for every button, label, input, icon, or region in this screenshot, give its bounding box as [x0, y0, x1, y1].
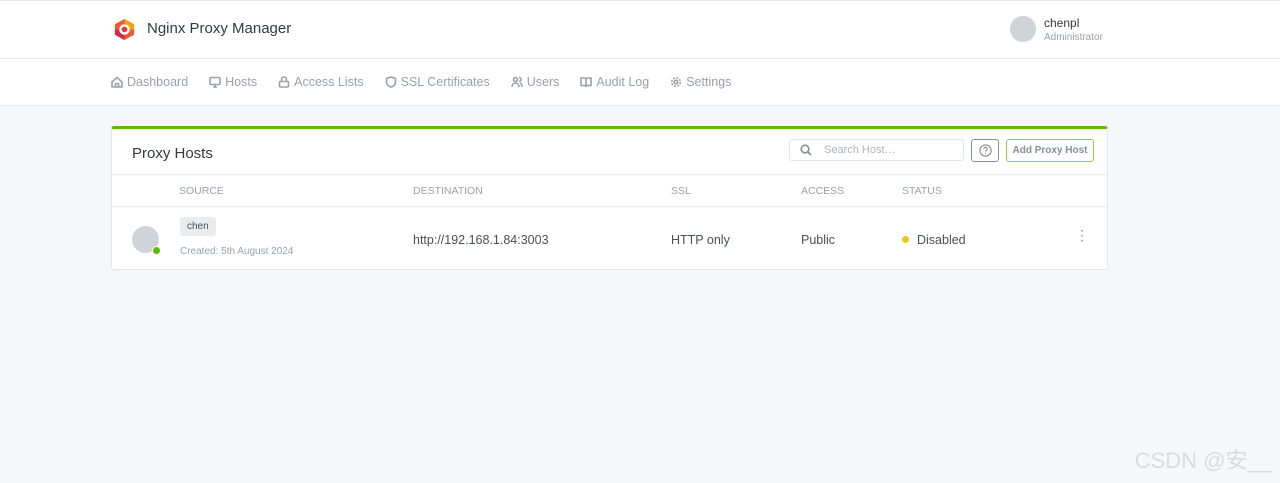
- table-header: SOURCE DESTINATION SSL ACCESS STATUS: [112, 174, 1107, 207]
- column-destination: DESTINATION: [413, 185, 483, 197]
- search-input[interactable]: Search Host…: [789, 139, 964, 161]
- status-dot: [902, 236, 909, 243]
- nav-label: Audit Log: [596, 75, 650, 89]
- created-date: Created: 5th August 2024: [180, 246, 294, 257]
- search-placeholder: Search Host…: [824, 144, 896, 156]
- column-ssl: SSL: [671, 185, 691, 197]
- nav-label: Dashboard: [127, 75, 189, 89]
- shield-icon: [385, 76, 396, 88]
- status-cell: Disabled: [902, 233, 966, 247]
- nav-users[interactable]: Users: [510, 75, 560, 89]
- user-name: chenpl: [1044, 16, 1080, 30]
- column-access: ACCESS: [801, 185, 845, 197]
- main-nav: Dashboard Hosts Access Lists SSL Certifi…: [0, 59, 1280, 106]
- card-title: Proxy Hosts: [132, 145, 213, 162]
- nav-label: Users: [526, 75, 560, 89]
- nav-ssl-certificates[interactable]: SSL Certificates: [385, 75, 490, 89]
- top-header: Nginx Proxy Manager chenpl Administrator: [0, 0, 1280, 59]
- access-cell: Public: [801, 233, 836, 247]
- nav-label: Settings: [686, 75, 732, 89]
- book-icon: [580, 77, 593, 88]
- column-status: STATUS: [902, 185, 942, 197]
- avatar: [1010, 16, 1036, 42]
- app-title: Nginx Proxy Manager: [147, 20, 292, 37]
- watermark: CSDN @安__: [1134, 448, 1272, 473]
- user-menu[interactable]: chenpl Administrator: [1010, 16, 1103, 43]
- user-role: Administrator: [1044, 32, 1103, 43]
- lock-icon: [278, 76, 290, 88]
- online-indicator: [152, 246, 161, 255]
- nav-settings[interactable]: Settings: [670, 75, 731, 89]
- users-icon: [510, 76, 523, 88]
- monitor-icon: [209, 76, 221, 88]
- row-actions-menu-icon[interactable]: ⋮: [1075, 228, 1089, 242]
- app-logo-icon: [114, 18, 135, 41]
- nav-hosts[interactable]: Hosts: [209, 75, 257, 89]
- help-icon: [978, 144, 992, 157]
- status-text: Disabled: [917, 233, 966, 247]
- search-icon: [800, 144, 812, 156]
- proxy-hosts-card: Proxy Hosts Search Host… Add Proxy Host …: [111, 126, 1108, 270]
- nav-dashboard[interactable]: Dashboard: [111, 75, 188, 89]
- ssl-cell: HTTP only: [671, 233, 730, 247]
- nav-label: Access Lists: [294, 75, 364, 89]
- column-source: SOURCE: [179, 185, 224, 197]
- nav-access-lists[interactable]: Access Lists: [278, 75, 364, 89]
- nav-label: SSL Certificates: [400, 75, 490, 89]
- home-icon: [111, 76, 123, 88]
- add-proxy-host-button[interactable]: Add Proxy Host: [1006, 139, 1094, 162]
- source-domain-tag[interactable]: chen: [180, 217, 216, 236]
- nav-audit-log[interactable]: Audit Log: [580, 75, 649, 89]
- help-button[interactable]: [971, 139, 999, 162]
- destination-cell: http://192.168.1.84:3003: [413, 233, 549, 247]
- gear-icon: [671, 76, 682, 88]
- nav-label: Hosts: [225, 75, 258, 89]
